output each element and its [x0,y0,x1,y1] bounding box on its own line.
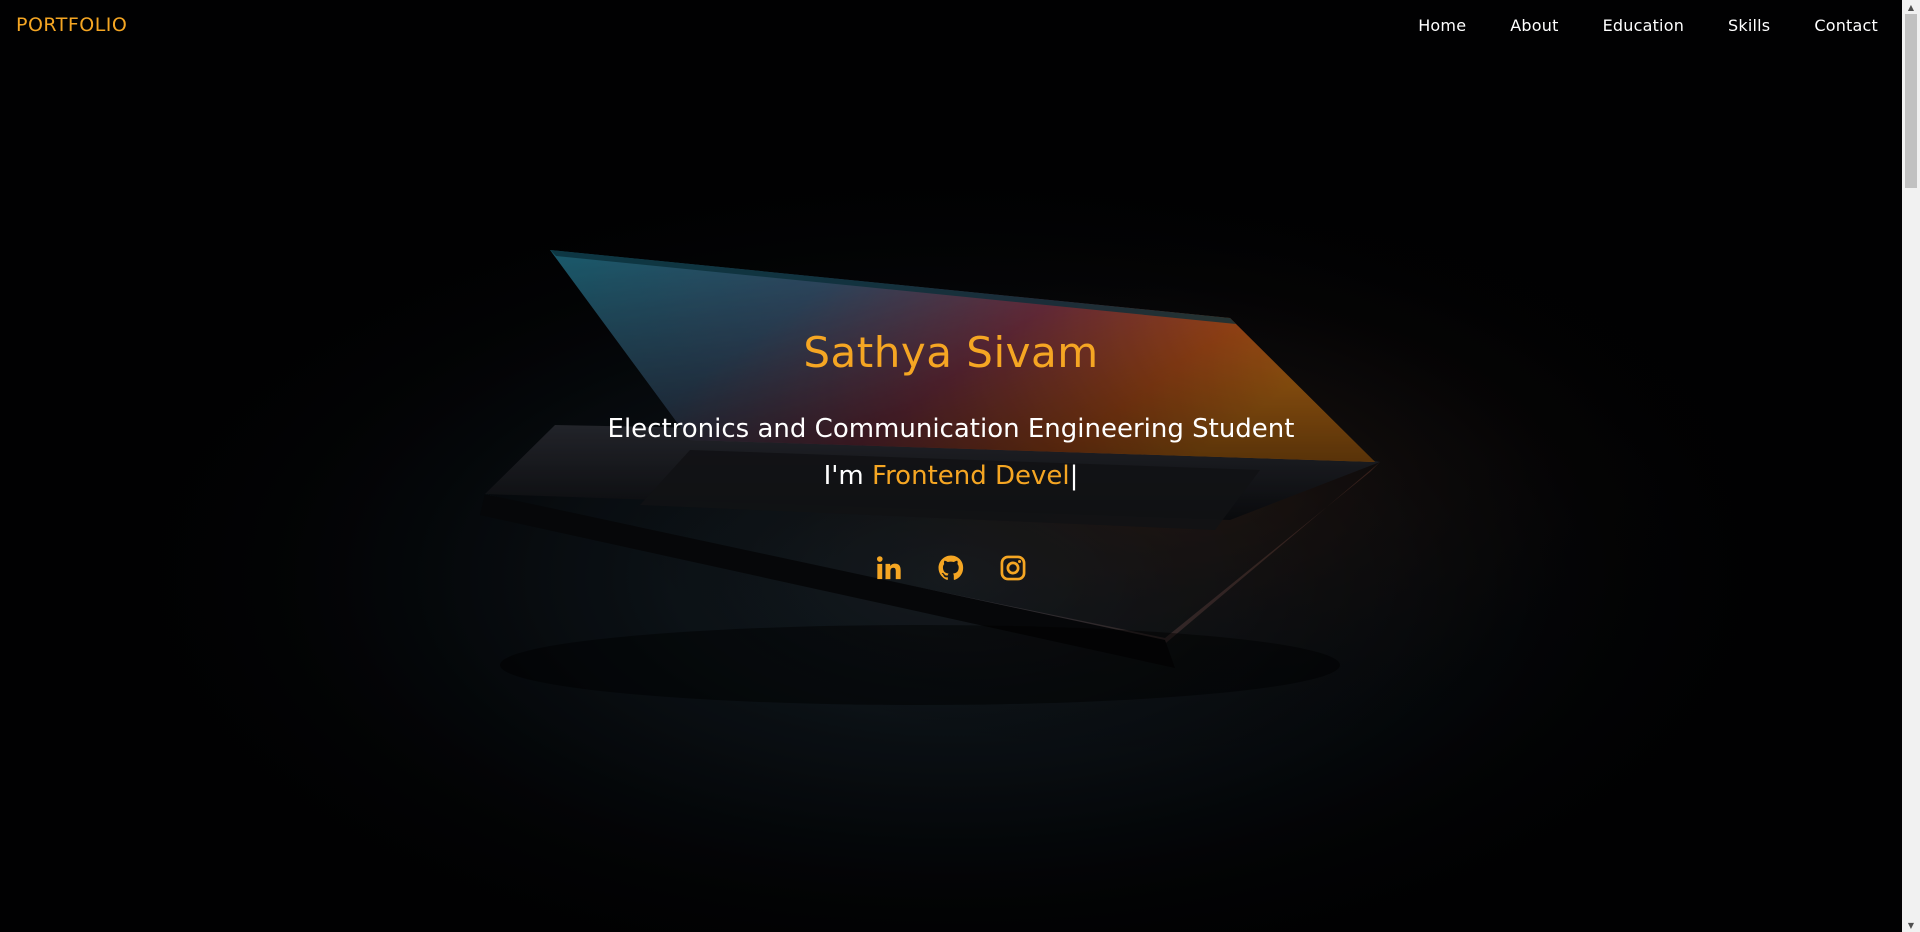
scroll-up-arrow-icon[interactable]: ▲ [1902,0,1920,14]
nav-links: Home About Education Skills Contact [1374,16,1878,35]
vertical-scrollbar[interactable]: ▲ ▼ [1902,0,1920,932]
github-link[interactable] [937,554,965,582]
instagram-icon [1000,555,1026,581]
linkedin-icon [876,556,901,580]
nav-link-home[interactable]: Home [1418,16,1466,35]
nav-link-education[interactable]: Education [1603,16,1684,35]
hero-content: Sathya Sivam Electronics and Communicati… [0,0,1902,932]
nav-link-contact[interactable]: Contact [1814,16,1878,35]
scroll-down-arrow-icon[interactable]: ▼ [1902,918,1920,932]
linkedin-link[interactable] [875,554,903,582]
scroll-thumb[interactable] [1905,14,1917,188]
github-icon [938,555,964,580]
nav-link-about[interactable]: About [1510,16,1558,35]
page: PORTFOLIO Home About Education Skills Co… [0,0,1902,932]
typed-prefix: I'm [823,461,872,491]
instagram-link[interactable] [999,554,1027,582]
hero-name: Sathya Sivam [803,328,1099,377]
nav-link-skills[interactable]: Skills [1728,16,1770,35]
typed-cursor: | [1069,461,1079,491]
typed-role-line: I'm Frontend Devel| [0,461,1902,491]
social-icons [0,554,1902,582]
typed-role-text: Frontend Devel [872,461,1070,491]
brand-logo[interactable]: PORTFOLIO [16,14,127,36]
navbar: PORTFOLIO Home About Education Skills Co… [0,0,1902,50]
hero-subtitle: Electronics and Communication Engineerin… [607,414,1295,444]
